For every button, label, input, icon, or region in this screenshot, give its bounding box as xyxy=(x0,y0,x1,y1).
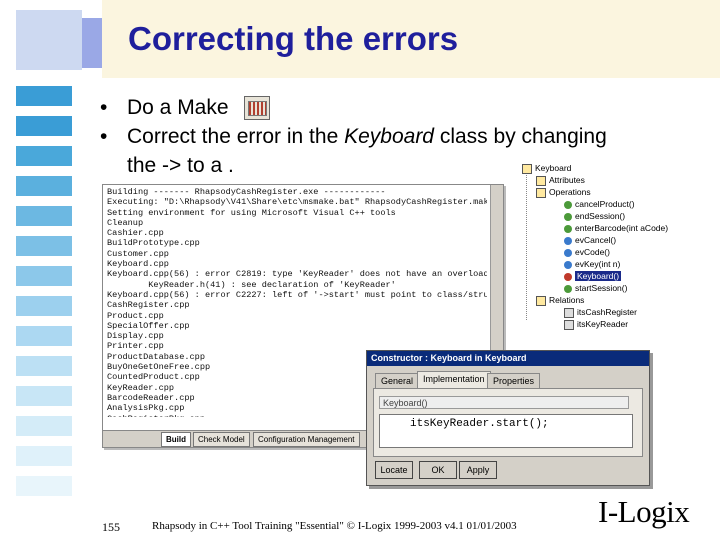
footer-text: Rhapsody in C++ Tool Training "Essential… xyxy=(152,520,517,532)
make-icon[interactable] xyxy=(244,96,271,121)
decor-square xyxy=(16,326,72,346)
tree-node-op[interactable]: cancelProduct() xyxy=(564,199,635,210)
bullet-marker: • xyxy=(100,96,108,119)
bullet-text: the -> to a . xyxy=(127,154,234,177)
locate-button[interactable]: Locate xyxy=(375,461,413,479)
bullet-text: Do a Make xyxy=(127,96,229,119)
log-line: Setting environment for using Microsoft … xyxy=(107,207,396,218)
log-line: Executing: "D:\Rhapsody\V41\Share\etc\ms… xyxy=(107,197,487,208)
log-line: Keyboard.cpp xyxy=(107,259,169,270)
page-number: 155 xyxy=(102,520,120,534)
tree-node-attributes[interactable]: Attributes xyxy=(536,175,585,186)
constructor-icon xyxy=(564,272,572,281)
bullet-text: class by changing xyxy=(434,125,607,148)
decor-square xyxy=(16,296,72,316)
tree-node-keyboard[interactable]: Keyboard xyxy=(522,163,571,174)
tree-node-op[interactable]: evKey(int n) xyxy=(564,259,620,270)
relation-icon xyxy=(564,319,574,330)
ilogix-logo: I-Logix xyxy=(598,494,690,529)
tree-node-op[interactable]: endSession() xyxy=(564,211,625,222)
tree-node-op[interactable]: evCode() xyxy=(564,247,610,258)
decor-square xyxy=(16,416,72,436)
decor-square xyxy=(16,146,72,166)
operation-icon xyxy=(564,200,572,209)
folder-icon xyxy=(536,187,546,198)
decor-square xyxy=(16,86,72,106)
signature-field: Keyboard() xyxy=(379,396,629,409)
tab-implementation[interactable]: Implementation xyxy=(417,371,491,389)
tree-node-relation[interactable]: itsKeyReader xyxy=(564,319,628,330)
decor-square xyxy=(16,10,82,70)
log-line: Keyboard.cpp(56) : error C2819: type 'Ke… xyxy=(107,269,487,280)
event-icon xyxy=(564,248,572,257)
tree-node-relation[interactable]: itsCashRegister xyxy=(564,307,637,318)
log-line: CashRegister.cpp xyxy=(107,300,190,311)
tree-node-op[interactable]: enterBarcode(int aCode) xyxy=(564,223,668,234)
bullet-marker: • xyxy=(100,125,108,148)
relation-icon xyxy=(564,307,574,318)
log-line: Building ------- RhapsodyCashRegister.ex… xyxy=(107,187,386,197)
decor-square xyxy=(16,386,72,406)
operation-icon xyxy=(564,284,572,293)
log-line: Product.cpp xyxy=(107,310,164,321)
tree-node-constructor-selected[interactable]: Keyboard() xyxy=(564,271,622,282)
log-line: Customer.cpp xyxy=(107,248,169,259)
tree-node-op[interactable]: startSession() xyxy=(564,283,627,294)
bullet-item: • Do a Make xyxy=(100,93,700,122)
log-line: Display.cpp xyxy=(107,331,164,342)
tree-node-operations[interactable]: Operations xyxy=(536,187,591,198)
implementation-code-editor[interactable]: itsKeyReader.start(); xyxy=(379,414,633,448)
folder-icon xyxy=(536,295,546,306)
log-line: Cleanup xyxy=(107,217,144,228)
decor-square xyxy=(16,356,72,376)
decor-square xyxy=(16,476,72,496)
decorative-sidebar xyxy=(0,0,102,540)
tree-node-op[interactable]: evCancel() xyxy=(564,235,616,246)
tab-general[interactable]: General xyxy=(375,373,420,389)
page-title: Correcting the errors xyxy=(128,20,459,57)
log-line: BuildPrototype.cpp xyxy=(107,238,200,249)
decor-square xyxy=(16,446,72,466)
log-line: Cashier.cpp xyxy=(107,228,164,239)
log-line: Keyboard.cpp(56) : error C2227: left of … xyxy=(107,289,487,300)
decor-square xyxy=(82,18,102,68)
decor-square xyxy=(16,266,72,286)
browser-tree: Keyboard Attributes Operations cancelPro… xyxy=(512,158,708,330)
event-icon xyxy=(564,260,572,269)
tab-configuration-management[interactable]: Configuration Management xyxy=(253,432,360,447)
ok-button[interactable]: OK xyxy=(419,461,457,479)
bullet-emphasis: Keyboard xyxy=(344,125,434,148)
tree-node-relations[interactable]: Relations xyxy=(536,295,584,306)
decor-square xyxy=(16,206,72,226)
operation-icon xyxy=(564,212,572,221)
apply-button[interactable]: Apply xyxy=(459,461,497,479)
tab-properties[interactable]: Properties xyxy=(487,373,541,389)
folder-icon xyxy=(536,175,546,186)
log-line: SpecialOffer.cpp xyxy=(107,320,190,331)
dialog-title: Constructor : Keyboard in Keyboard xyxy=(367,351,649,366)
bullet-text: Correct the error in the xyxy=(127,125,345,148)
operation-icon xyxy=(564,224,572,233)
class-icon xyxy=(522,163,532,174)
event-icon xyxy=(564,236,572,245)
tab-build[interactable]: Build xyxy=(161,432,191,447)
decor-square xyxy=(16,116,72,136)
decor-square xyxy=(16,176,72,196)
tab-check-model[interactable]: Check Model xyxy=(193,432,250,447)
log-line: KeyReader.h(41) : see declaration of 'Ke… xyxy=(107,279,396,290)
constructor-dialog: Constructor : Keyboard in Keyboard Gener… xyxy=(366,350,650,486)
decor-square xyxy=(16,236,72,256)
